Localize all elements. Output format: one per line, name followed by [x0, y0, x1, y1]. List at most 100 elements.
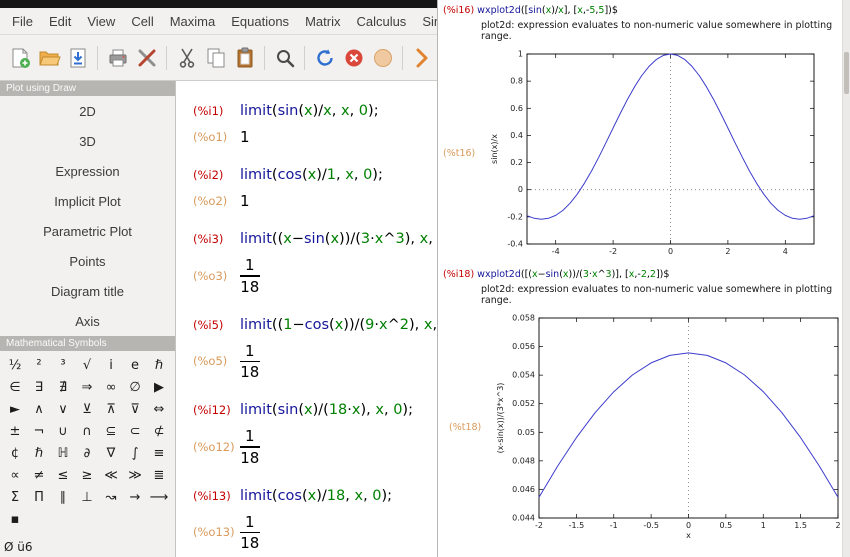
follow-button[interactable]	[369, 42, 396, 74]
symbol-button[interactable]: i	[99, 354, 123, 376]
menu-item[interactable]: Edit	[41, 10, 79, 33]
symbol-button[interactable]: ⟶	[147, 486, 171, 508]
paste-button[interactable]	[231, 42, 258, 74]
symbol-button[interactable]: ½	[3, 354, 27, 376]
symbol-button[interactable]: ⊻	[75, 398, 99, 420]
symbol-button[interactable]: e	[123, 354, 147, 376]
copy-button[interactable]	[202, 42, 229, 74]
symbol-button[interactable]: ≤	[51, 464, 75, 486]
input-label: (%i1)	[193, 104, 224, 118]
plot-label: (%t16)	[443, 147, 476, 159]
symbol-button[interactable]: ⊼	[99, 398, 123, 420]
cut-button[interactable]	[173, 42, 200, 74]
svg-text:1: 1	[761, 521, 766, 530]
output-value: 1	[240, 128, 250, 146]
menu-item[interactable]: Matrix	[297, 10, 348, 33]
symbol-button[interactable]: ∨	[51, 398, 75, 420]
draw-pane-item[interactable]: Axis	[0, 306, 175, 336]
find-button[interactable]	[271, 42, 298, 74]
menu-item[interactable]: Cell	[123, 10, 161, 33]
output-fraction: 1 18	[240, 513, 260, 552]
symbol-button[interactable]: ∈	[3, 376, 27, 398]
symbol-button[interactable]: ⇒	[75, 376, 99, 398]
show-more-button[interactable]	[409, 42, 436, 74]
symbol-button[interactable]: ⇔	[147, 398, 171, 420]
draw-pane-item[interactable]: Implicit Plot	[0, 186, 175, 216]
draw-pane-header[interactable]: Plot using Draw	[0, 81, 175, 96]
draw-pane-item[interactable]: Expression	[0, 156, 175, 186]
symbols-pane-header[interactable]: Mathematical Symbols	[0, 336, 175, 351]
menu-item[interactable]: Equations	[223, 10, 297, 33]
symbol-button[interactable]: ⊂	[123, 420, 147, 442]
draw-pane-item[interactable]: Points	[0, 246, 175, 276]
input-code[interactable]: limit((x−sin(x))/(3·x^3), x, 0);	[240, 231, 457, 247]
symbol-button[interactable]: ⊆	[99, 420, 123, 442]
symbol-button[interactable]: ¢	[3, 442, 27, 464]
symbol-button[interactable]: ∂	[75, 442, 99, 464]
draw-pane-item[interactable]: Parametric Plot	[0, 216, 175, 246]
symbol-button[interactable]: ⊥	[75, 486, 99, 508]
interrupt-button[interactable]	[340, 42, 367, 74]
symbol-button[interactable]: √	[75, 354, 99, 376]
draw-pane-item[interactable]: 3D	[0, 126, 175, 156]
input-code[interactable]: limit(sin(x)/x, x, 0);	[240, 103, 379, 119]
symbol-button[interactable]: ≠	[27, 464, 51, 486]
symbol-button[interactable]: ∩	[75, 420, 99, 442]
symbol-button[interactable]: ∧	[27, 398, 51, 420]
symbol-button[interactable]: ∅	[123, 376, 147, 398]
symbol-button[interactable]: ∥	[51, 486, 75, 508]
symbol-button[interactable]: →	[123, 486, 147, 508]
symbol-button[interactable]: ∝	[3, 464, 27, 486]
symbol-button[interactable]: ↝	[99, 486, 123, 508]
plot-input-line[interactable]: (%i18) wxplot2d([(x−sin(x))/(3·x^3)], [x,…	[443, 269, 842, 280]
symbol-button[interactable]: ℏ	[147, 354, 171, 376]
symbol-button[interactable]: ¬	[27, 420, 51, 442]
symbol-button[interactable]: ³	[51, 354, 75, 376]
symbol-button[interactable]: ⊄	[147, 420, 171, 442]
symbol-button[interactable]: ⊽	[123, 398, 147, 420]
plot-input-line[interactable]: (%i16) wxplot2d([sin(x)/x], [x,-5,5])$	[443, 5, 842, 16]
output-fraction: 1 18	[240, 427, 260, 467]
symbol-button[interactable]: ∇	[99, 442, 123, 464]
symbol-button[interactable]: ≣	[147, 464, 171, 486]
symbol-button[interactable]: ▶	[147, 376, 171, 398]
print-button[interactable]	[104, 42, 131, 74]
save-button[interactable]	[64, 42, 91, 74]
menu-item[interactable]: Calculus	[348, 10, 414, 33]
symbol-button[interactable]: ≥	[75, 464, 99, 486]
symbol-button[interactable]: ≫	[123, 464, 147, 486]
symbol-button[interactable]: ►	[3, 398, 27, 420]
vertical-scrollbar[interactable]	[842, 0, 850, 557]
symbol-button[interactable]: ∫	[123, 442, 147, 464]
symbol-button[interactable]: ℏ	[27, 442, 51, 464]
open-button[interactable]	[35, 42, 62, 74]
symbol-button[interactable]: ℍ	[51, 442, 75, 464]
draw-pane-item[interactable]: Diagram title	[0, 276, 175, 306]
symbol-button[interactable]: ∞	[99, 376, 123, 398]
symbol-button[interactable]: ∪	[51, 420, 75, 442]
input-code[interactable]: wxplot2d([sin(x)/x], [x,-5,5])$	[477, 5, 618, 16]
configure-button[interactable]	[133, 42, 160, 74]
input-code[interactable]: limit(sin(x)/(18·x), x, 0);	[240, 402, 413, 418]
symbol-button[interactable]: ∄	[51, 376, 75, 398]
menu-item[interactable]: View	[79, 10, 123, 33]
menu-item[interactable]: File	[4, 10, 41, 33]
input-code[interactable]: limit(cos(x)/18, x, 0);	[240, 488, 392, 504]
symbol-button[interactable]: ∃	[27, 376, 51, 398]
symbol-button[interactable]: ≪	[99, 464, 123, 486]
symbol-button[interactable]: ±	[3, 420, 27, 442]
symbol-button[interactable]: ▪	[3, 508, 27, 530]
symbol-button[interactable]: ≡	[147, 442, 171, 464]
fraction-bar	[240, 360, 260, 362]
scrollbar-thumb[interactable]	[844, 52, 849, 94]
symbol-button[interactable]: Σ	[3, 486, 27, 508]
input-code[interactable]: wxplot2d([(x−sin(x))/(3·x^3)], [x,-2,2])…	[477, 269, 669, 280]
draw-pane-item[interactable]: 2D	[0, 96, 175, 126]
input-code[interactable]: limit((1−cos(x))/(9·x^2), x, 0);	[240, 317, 461, 333]
symbol-button[interactable]: Π	[27, 486, 51, 508]
menu-item[interactable]: Maxima	[162, 10, 224, 33]
restart-maxima-button[interactable]	[311, 42, 338, 74]
input-code[interactable]: limit(cos(x)/1, x, 0);	[240, 167, 383, 183]
new-document-button[interactable]	[6, 42, 33, 74]
symbol-button[interactable]: ²	[27, 354, 51, 376]
